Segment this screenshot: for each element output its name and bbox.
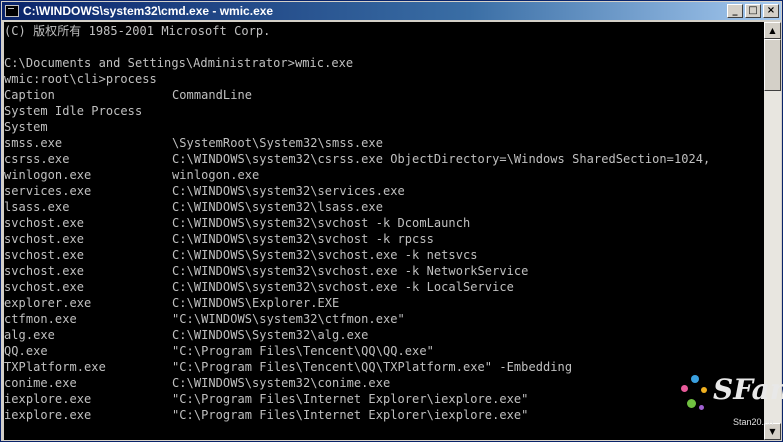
console-line: C:\Documents and Settings\Administrator>… (4, 55, 353, 71)
console-line-text: alg.exe (4, 328, 55, 342)
console-line: svchost.exe C:\WINDOWS\System32\svchost.e… (4, 247, 477, 263)
console-line-commandline: C:\WINDOWS\system32\svchost.exe -k Local… (172, 280, 514, 294)
console-line-text: Caption (4, 88, 55, 102)
console-line: System (4, 119, 48, 135)
console-line: svchost.exe C:\WINDOWS\system32\svchost.e… (4, 263, 528, 279)
console-line: services.exe C:\WINDOWS\system32\services… (4, 183, 405, 199)
console-line-text: svchost.exe (4, 264, 85, 278)
console-line: svchost.exe C:\WINDOWS\system32\svchost -… (4, 231, 434, 247)
console-line: svchost.exe C:\WINDOWS\system32\svchost -… (4, 215, 470, 231)
console-output[interactable]: (C) 版权所有 1985-2001 Microsoft Corp. C:\Doc… (4, 22, 764, 440)
console-line-text: svchost.exe (4, 248, 85, 262)
console-line-text: csrss.exe (4, 152, 70, 166)
console-line: iexplore.exe "C:\Program Files\Internet E… (4, 391, 528, 407)
watermark-site: Stan20.cn (733, 417, 774, 427)
window-controls: _ □ × (725, 4, 779, 18)
console-line-text: services.exe (4, 184, 92, 198)
console-line-commandline: C:\WINDOWS\system32\lsass.exe (172, 200, 383, 214)
console-line-text: conime.exe (4, 376, 77, 390)
console-line-commandline: winlogon.exe (172, 168, 260, 182)
maximize-button[interactable]: □ (745, 4, 761, 18)
console-line-text: explorer.exe (4, 296, 92, 310)
console-line-text: smss.exe (4, 136, 63, 150)
console-line: lsass.exe C:\WINDOWS\system32\lsass.exe (4, 199, 383, 215)
console-line-commandline: "C:\Program Files\Tencent\QQ\QQ.exe" (172, 344, 434, 358)
console-line-text: wmic:root\cli>process (4, 72, 157, 86)
console-line-text: iexplore.exe (4, 408, 92, 422)
console-line: System Idle Process (4, 103, 142, 119)
console-line-text: winlogon.exe (4, 168, 92, 182)
console-line-text: System Idle Process (4, 104, 143, 118)
console-line-text: svchost.exe (4, 216, 85, 230)
console-line: explorer.exe C:\WINDOWS\Explorer.EXE (4, 295, 339, 311)
console-line-commandline: "C:\Program Files\Internet Explorer\iexp… (172, 408, 529, 422)
console-line-commandline: \SystemRoot\System32\smss.exe (172, 136, 383, 150)
close-button[interactable]: × (763, 4, 779, 18)
console-line: (C) 版权所有 1985-2001 Microsoft Corp. (4, 23, 270, 39)
console-line-commandline: C:\WINDOWS\System32\svchost.exe -k netsv… (172, 248, 478, 262)
cmd-icon[interactable] (5, 5, 19, 17)
console-line: iexplore.exe "C:\Program Files\Internet E… (4, 407, 528, 423)
console-line-commandline: "C:\Program Files\Internet Explorer\iexp… (172, 392, 529, 406)
console-line-text: iexplore.exe (4, 392, 92, 406)
console-line-text: svchost.exe (4, 232, 85, 246)
console-line-commandline: C:\WINDOWS\system32\services.exe (172, 184, 405, 198)
watermark-brand: SFan (713, 373, 783, 406)
console-line: TXPlatform.exe "C:\Program Files\Tencent\… (4, 359, 572, 375)
console-line: svchost.exe C:\WINDOWS\system32\svchost.e… (4, 279, 514, 295)
console-line: ctfmon.exe "C:\WINDOWS\system32\ctfmon.ex… (4, 311, 405, 327)
console-line-commandline: "C:\WINDOWS\system32\ctfmon.exe" (172, 312, 405, 326)
console-window: C:\WINDOWS\system32\cmd.exe - wmic.exe _… (0, 0, 783, 442)
console-line-commandline: CommandLine (172, 88, 253, 102)
console-line-text: lsass.exe (4, 200, 70, 214)
console-line: winlogon.exe winlogon.exe (4, 167, 259, 183)
console-line-commandline: C:\WINDOWS\system32\csrss.exe ObjectDire… (172, 152, 711, 166)
logo-dot (687, 399, 696, 408)
logo-dot (701, 387, 707, 393)
logo-dot (699, 405, 704, 410)
console-line-commandline: C:\WINDOWS\Explorer.EXE (172, 296, 340, 310)
console-line-commandline: C:\WINDOWS\system32\svchost -k rpcss (172, 232, 434, 246)
console-line: conime.exe C:\WINDOWS\system32\conime.exe (4, 375, 390, 391)
scroll-up-button[interactable]: ▲ (764, 22, 781, 39)
console-line-text: svchost.exe (4, 280, 85, 294)
console-line-commandline: C:\WINDOWS\system32\svchost.exe -k Netwo… (172, 264, 529, 278)
console-line-commandline: C:\WINDOWS\system32\conime.exe (172, 376, 391, 390)
console-line: csrss.exe C:\WINDOWS\system32\csrss.exe O… (4, 151, 710, 167)
console-line: wmic:root\cli>process (4, 71, 157, 87)
console-line-text: ctfmon.exe (4, 312, 77, 326)
console-line: alg.exe C:\WINDOWS\System32\alg.exe (4, 327, 368, 343)
watermark-logo: SFan Stan20.cn (677, 371, 783, 439)
console-line-commandline: C:\WINDOWS\system32\svchost -k DcomLaunc… (172, 216, 471, 230)
window-title: C:\WINDOWS\system32\cmd.exe - wmic.exe (23, 4, 274, 18)
console-line-text: (C) 版权所有 1985-2001 Microsoft Corp. (4, 24, 271, 38)
console-line-commandline: C:\WINDOWS\System32\alg.exe (172, 328, 369, 342)
console-line: smss.exe \SystemRoot\System32\smss.exe (4, 135, 383, 151)
console-line-text: System (4, 120, 48, 134)
console-line: Caption CommandLine (4, 87, 252, 103)
title-bar[interactable]: C:\WINDOWS\system32\cmd.exe - wmic.exe _… (2, 2, 781, 20)
scroll-thumb[interactable] (764, 39, 781, 91)
console-line: QQ.exe "C:\Program Files\Tencent\QQ\QQ.ex… (4, 343, 434, 359)
logo-dot (681, 385, 688, 392)
logo-dot (691, 375, 699, 383)
console-line-text: TXPlatform.exe (4, 360, 106, 374)
console-line-text: QQ.exe (4, 344, 48, 358)
console-line-text: C:\Documents and Settings\Administrator>… (4, 56, 354, 70)
console-line-commandline: "C:\Program Files\Tencent\QQ\TXPlatform.… (172, 360, 573, 374)
minimize-button[interactable]: _ (727, 4, 743, 18)
